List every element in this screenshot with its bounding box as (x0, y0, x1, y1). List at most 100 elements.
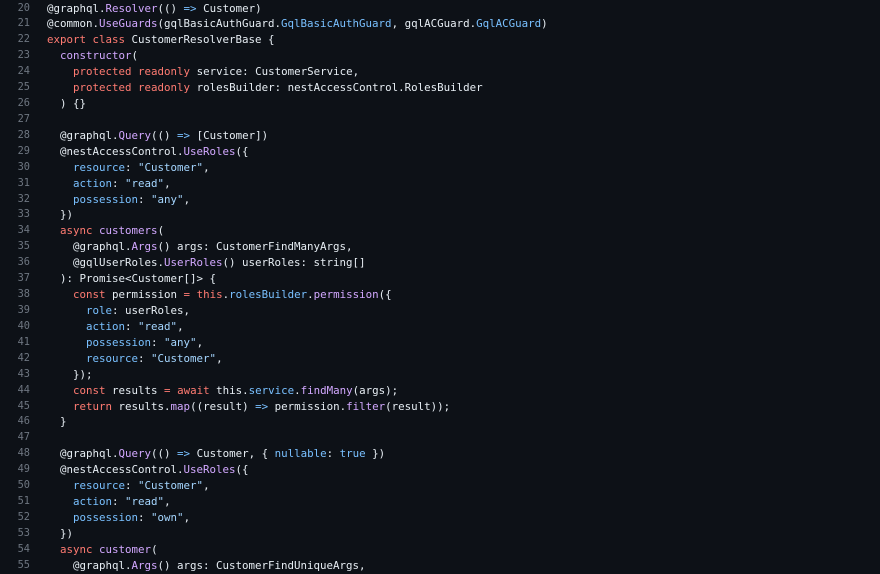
line-number: 23 (17, 49, 30, 62)
code-line: 40 action: "read", (0, 319, 880, 335)
code-text[interactable]: @gqlUserRoles.UserRoles() userRoles: str… (30, 255, 880, 271)
code-text[interactable]: @graphql.Resolver(() => Customer) (30, 1, 880, 17)
code-text[interactable]: resource: "Customer", (30, 478, 880, 494)
code-token-prop: GqlBasicAuthGuard (281, 17, 392, 31)
code-text[interactable]: const permission = this.rolesBuilder.per… (30, 287, 880, 303)
code-text[interactable]: @graphql.Args() args: CustomerFindUnique… (30, 558, 880, 574)
code-token-plain: results (105, 383, 165, 397)
code-token-plain: @common. (47, 17, 100, 31)
code-token-prop: action (86, 319, 126, 333)
code-token-keyword: async (60, 224, 93, 238)
code-text[interactable]: @nestAccessControl.UseRoles({ (30, 144, 880, 160)
code-text[interactable]: @graphql.Query(() => [Customer]) (30, 128, 880, 144)
code-token-prop: resource (73, 479, 126, 493)
code-text[interactable]: possession: "any", (30, 192, 880, 208)
code-token-plain: : (112, 495, 126, 509)
code-text[interactable]: return results.map((result) => permissio… (30, 399, 880, 415)
code-line: 47 (0, 430, 880, 446)
code-line: 23 constructor( (0, 48, 880, 64)
code-text[interactable]: action: "read", (30, 494, 880, 510)
code-text[interactable]: }) (30, 526, 880, 542)
code-token-function: constructor (60, 49, 132, 63)
code-text[interactable] (30, 430, 880, 446)
code-token-string: "read" (125, 176, 165, 190)
code-line: 42 resource: "Customer", (0, 351, 880, 367)
code-token-plain: (result)); (385, 399, 451, 413)
code-text[interactable]: action: "read", (30, 319, 880, 335)
line-number: 24 (17, 65, 30, 78)
code-token-plain: ({ (378, 288, 392, 302)
code-token-plain: }) (47, 208, 74, 222)
line-number: 41 (17, 335, 30, 348)
code-text[interactable]: async customer( (30, 542, 880, 558)
code-token-constant: true (339, 447, 366, 461)
code-line: 38 const permission = this.rolesBuilder.… (0, 287, 880, 303)
code-line: 51 action: "read", (0, 494, 880, 510)
code-text[interactable] (30, 112, 880, 128)
code-lines: 20 @graphql.Resolver(() => Customer) 21 @co… (0, 1, 880, 574)
line-number: 27 (17, 112, 30, 125)
code-text[interactable]: action: "read", (30, 176, 880, 192)
code-token-plain: [Customer]) (190, 128, 269, 142)
code-token-plain: () args: CustomerFindUniqueArgs, (157, 558, 366, 572)
code-text[interactable]: }); (30, 367, 880, 383)
code-token-prop: resource (73, 160, 126, 174)
code-token-plain: rolesBuilder: nestAccessControl.RolesBui… (190, 81, 483, 95)
line-number: 20 (17, 1, 30, 14)
code-line: 20 @graphql.Resolver(() => Customer) (0, 1, 880, 17)
code-text[interactable]: async customers( (30, 223, 880, 239)
code-text[interactable]: ) {} (30, 96, 880, 112)
line-number: 39 (17, 304, 30, 317)
code-token-plain: ({ (235, 144, 249, 158)
code-token-string: "own" (151, 511, 184, 524)
code-text[interactable]: resource: "Customer", (30, 160, 880, 176)
code-line: 36 @gqlUserRoles.UserRoles() userRoles: … (0, 255, 880, 271)
code-token-plain: Customer) (196, 1, 262, 15)
code-token-plain: (() (151, 447, 178, 461)
code-token-plain: ( (131, 49, 139, 63)
code-text[interactable]: const results = await this.service.findM… (30, 383, 880, 399)
code-text[interactable]: ): Promise<Customer[]> { (30, 271, 880, 287)
code-token-function: map (170, 399, 191, 413)
code-token-keyword: class (92, 33, 126, 47)
code-editor[interactable]: 20 @graphql.Resolver(() => Customer) 21 @co… (0, 0, 880, 574)
code-text[interactable]: constructor( (30, 48, 880, 64)
code-line: 35 @graphql.Args() args: CustomerFindMan… (0, 239, 880, 255)
code-text[interactable]: resource: "Customer", (30, 351, 880, 367)
code-text[interactable]: role: userRoles, (30, 303, 880, 319)
code-line: 22 export class CustomerResolverBase { (0, 32, 880, 48)
code-text[interactable]: @nestAccessControl.UseRoles({ (30, 462, 880, 478)
code-token-plain: , (183, 511, 191, 524)
code-text[interactable]: @common.UseGuards(gqlBasicAuthGuard.GqlB… (30, 16, 880, 32)
code-line: 45 return results.map((result) => permis… (0, 399, 880, 415)
code-text[interactable]: export class CustomerResolverBase { (30, 32, 880, 48)
code-token-keyword: this (196, 288, 223, 302)
code-token-plain: : userRoles, (112, 304, 191, 318)
code-text[interactable]: protected readonly service: CustomerServ… (30, 64, 880, 80)
code-token-plain: , (164, 495, 171, 509)
code-token-plain: (() (151, 128, 178, 142)
code-text[interactable]: @graphql.Query(() => Customer, { nullabl… (30, 446, 880, 462)
code-token-plain: ( (157, 224, 165, 238)
code-text[interactable]: } (30, 414, 880, 430)
code-token-plain: @nestAccessControl. (47, 463, 184, 477)
line-number: 43 (17, 367, 30, 380)
code-text[interactable]: possession: "own", (30, 510, 880, 526)
code-text[interactable]: }) (30, 207, 880, 223)
line-number: 48 (17, 447, 30, 460)
code-text[interactable]: possession: "any", (30, 335, 880, 351)
code-token-keyword: const (73, 288, 106, 302)
code-token-keyword: export (47, 33, 87, 47)
code-text[interactable]: protected readonly rolesBuilder: nestAcc… (30, 80, 880, 96)
code-line: 55 @graphql.Args() args: CustomerFindUni… (0, 558, 880, 574)
code-text[interactable]: @graphql.Args() args: CustomerFindManyAr… (30, 239, 880, 255)
